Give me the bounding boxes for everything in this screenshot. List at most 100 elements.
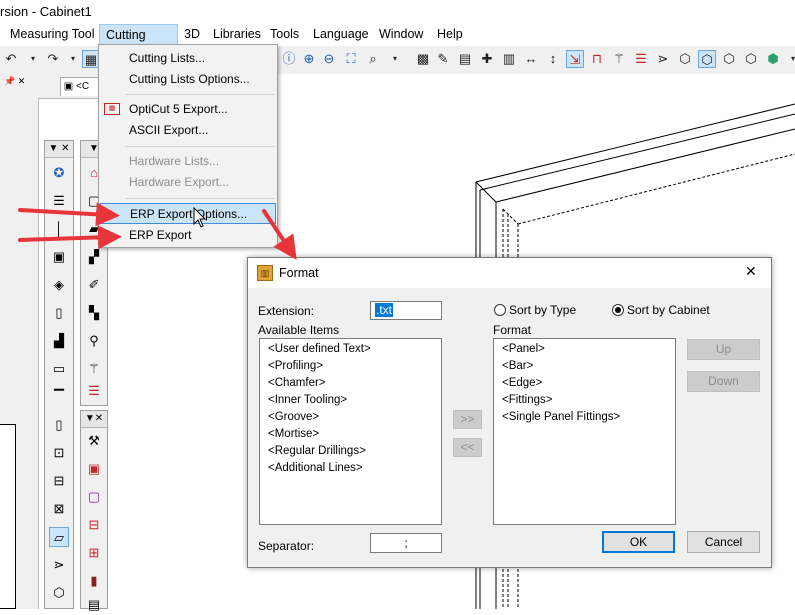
tool-top-icon[interactable]: ▔ — [49, 387, 69, 407]
undo-icon[interactable]: ↶ — [2, 50, 20, 68]
frame-icon[interactable]: ⊓ — [588, 50, 606, 68]
tool-cube-icon[interactable]: ⬡ — [49, 583, 69, 603]
tool-parallelogram-icon[interactable]: ▱ — [49, 527, 69, 547]
info-icon[interactable]: ⓘ — [280, 50, 298, 68]
tool-lines-icon[interactable]: ☰ — [84, 381, 104, 401]
zoom-in-icon[interactable]: ⊕ — [300, 50, 318, 68]
menu-item-ascii-export[interactable]: ASCII Export... — [100, 120, 276, 141]
menu-help[interactable]: Help — [431, 24, 469, 45]
tool-dots-icon[interactable]: ⊡ — [49, 443, 69, 463]
redo-dropdown-icon[interactable]: ▾ — [64, 50, 82, 68]
tool-expand-icon[interactable]: ⊠ — [49, 499, 69, 519]
list-item[interactable]: <Chamfer> — [260, 375, 441, 392]
cube-hidden-icon[interactable]: ⬡ — [720, 50, 738, 68]
menu-cutting-lists[interactable]: Cutting Lists — [99, 24, 178, 63]
pencil-icon[interactable]: ✎ — [434, 50, 452, 68]
lines-icon[interactable]: ☰ — [632, 50, 650, 68]
cube-wire-icon[interactable]: ⬡ — [698, 50, 716, 68]
tool-red-shelf-icon[interactable]: ⊟ — [84, 515, 104, 535]
menu-tools[interactable]: Tools — [264, 24, 305, 45]
tool-brush-icon[interactable]: ✐ — [84, 275, 104, 295]
menu-3d[interactable]: 3D — [178, 24, 206, 45]
list-item[interactable]: <User defined Text> — [260, 341, 441, 358]
undo-dropdown-icon[interactable]: ▾ — [24, 50, 42, 68]
tool-red-grid-icon[interactable]: ⊞ — [84, 543, 104, 563]
tool-door-red-icon[interactable]: ▮ — [84, 571, 104, 591]
menu-window[interactable]: Window — [373, 24, 429, 45]
menu-item-cutting-lists-options[interactable]: Cutting Lists Options... — [100, 69, 276, 90]
list-item[interactable]: <Single Panel Fittings> — [494, 409, 675, 426]
tool-diamond-icon[interactable]: ◈ — [49, 275, 69, 295]
snap-icon[interactable]: ⋗ — [654, 50, 672, 68]
sort-by-cabinet-radio[interactable] — [612, 304, 624, 316]
tool-blocks-icon[interactable]: ▟ — [49, 331, 69, 351]
tool-sheet-icon[interactable]: ▤ — [84, 595, 104, 615]
document-tab[interactable]: ▣ <C — [60, 77, 102, 96]
up-button[interactable]: Up — [687, 339, 760, 360]
list-item[interactable]: <Edge> — [494, 375, 675, 392]
tool-compass-icon[interactable]: ✪ — [49, 163, 69, 183]
list-item[interactable]: <Groove> — [260, 409, 441, 426]
move-left-button[interactable]: << — [453, 438, 482, 457]
tool-red-frame-icon[interactable]: ▣ — [84, 459, 104, 479]
sort-by-type-radio[interactable] — [494, 304, 506, 316]
ok-button[interactable]: OK — [602, 531, 675, 553]
list-item[interactable]: <Fittings> — [494, 392, 675, 409]
zoom-fit-icon[interactable]: ⛶ — [342, 50, 360, 68]
tool-blocks-2-icon[interactable]: ▚ — [84, 303, 104, 323]
cube-icon[interactable]: ⬡ — [676, 50, 694, 68]
plus-icon[interactable]: ✚ — [478, 50, 496, 68]
menu-item-cutting-lists[interactable]: Cutting Lists... — [100, 48, 276, 69]
tool-bar-icon[interactable]: │ — [49, 219, 69, 239]
list-item[interactable]: <Bar> — [494, 358, 675, 375]
zoom-out-icon[interactable]: ⊖ — [320, 50, 338, 68]
list-item[interactable]: <Additional Lines> — [260, 460, 441, 477]
sort-by-cabinet-label[interactable]: Sort by Cabinet — [627, 303, 710, 317]
tool-snap-icon[interactable]: ⋗ — [49, 555, 69, 575]
zoom-window-icon[interactable]: ⌕ — [364, 50, 382, 68]
grid-icon[interactable]: ▤ — [456, 50, 474, 68]
tool-wand-icon[interactable]: ⚚ — [84, 359, 104, 379]
tool-tools-icon[interactable]: ⚒ — [84, 431, 104, 451]
tool-stack-icon[interactable]: ▞ — [84, 247, 104, 267]
pin-icon[interactable]: 📌 ✕ — [0, 74, 42, 88]
format-items-list[interactable]: <Panel> <Bar> <Edge> <Fittings> <Single … — [493, 338, 676, 525]
checker-icon[interactable]: ▩ — [414, 50, 432, 68]
dialog-title-bar[interactable]: ▥ Format ✕ — [248, 258, 771, 288]
list-item[interactable]: <Inner Tooling> — [260, 392, 441, 409]
extension-input[interactable]: .txt — [370, 301, 442, 320]
measure-icon[interactable]: ⇲ — [566, 50, 584, 68]
redo-icon[interactable]: ↷ — [44, 50, 62, 68]
tool-door-icon[interactable]: ▯ — [49, 303, 69, 323]
tool-purple-frame-icon[interactable]: ▢ — [84, 487, 104, 507]
wand-icon[interactable]: ⚚ — [610, 50, 628, 68]
tool-shelf-icon[interactable]: ⊟ — [49, 471, 69, 491]
menu-language[interactable]: Language — [307, 24, 375, 45]
tool-panel-icon[interactable]: ▣ — [49, 247, 69, 267]
horizontal-arrow-icon[interactable]: ↔ — [522, 50, 540, 68]
toolbar-overflow-icon[interactable]: ▾ — [386, 50, 404, 68]
menu-item-erp-export-options[interactable]: ERP Export Options... — [100, 203, 276, 224]
columns-icon[interactable]: ▥ — [500, 50, 518, 68]
cancel-button[interactable]: Cancel — [687, 531, 760, 553]
tool-list-icon[interactable]: ☰ — [49, 191, 69, 211]
menu-item-erp-export[interactable]: ERP Export — [100, 225, 276, 246]
panel-3-header[interactable]: ▼✕ — [81, 411, 107, 428]
down-button[interactable]: Down — [687, 371, 760, 392]
toolbar-overflow-icon-2[interactable]: ▾ — [784, 50, 795, 68]
menu-measuring-tool[interactable]: Measuring Tool — [4, 24, 101, 45]
menu-libraries[interactable]: Libraries — [207, 24, 267, 45]
list-item[interactable]: <Regular Drillings> — [260, 443, 441, 460]
list-item[interactable]: <Mortise> — [260, 426, 441, 443]
panel-1-header[interactable]: ▼ ✕ — [45, 141, 73, 158]
separator-input[interactable]: ; — [370, 533, 442, 553]
dialog-close-icon[interactable]: ✕ — [745, 263, 757, 280]
tool-screw-icon[interactable]: ⚲ — [84, 331, 104, 351]
available-items-list[interactable]: <User defined Text> <Profiling> <Chamfer… — [259, 338, 442, 525]
tool-frame-icon[interactable]: ▯ — [49, 415, 69, 435]
list-item[interactable]: <Profiling> — [260, 358, 441, 375]
cube-shaded-icon[interactable]: ⬡ — [742, 50, 760, 68]
sort-by-type-label[interactable]: Sort by Type — [509, 303, 576, 317]
tool-drawer-icon[interactable]: ▭ — [49, 359, 69, 379]
cube-render-icon[interactable]: ⬢ — [764, 50, 782, 68]
